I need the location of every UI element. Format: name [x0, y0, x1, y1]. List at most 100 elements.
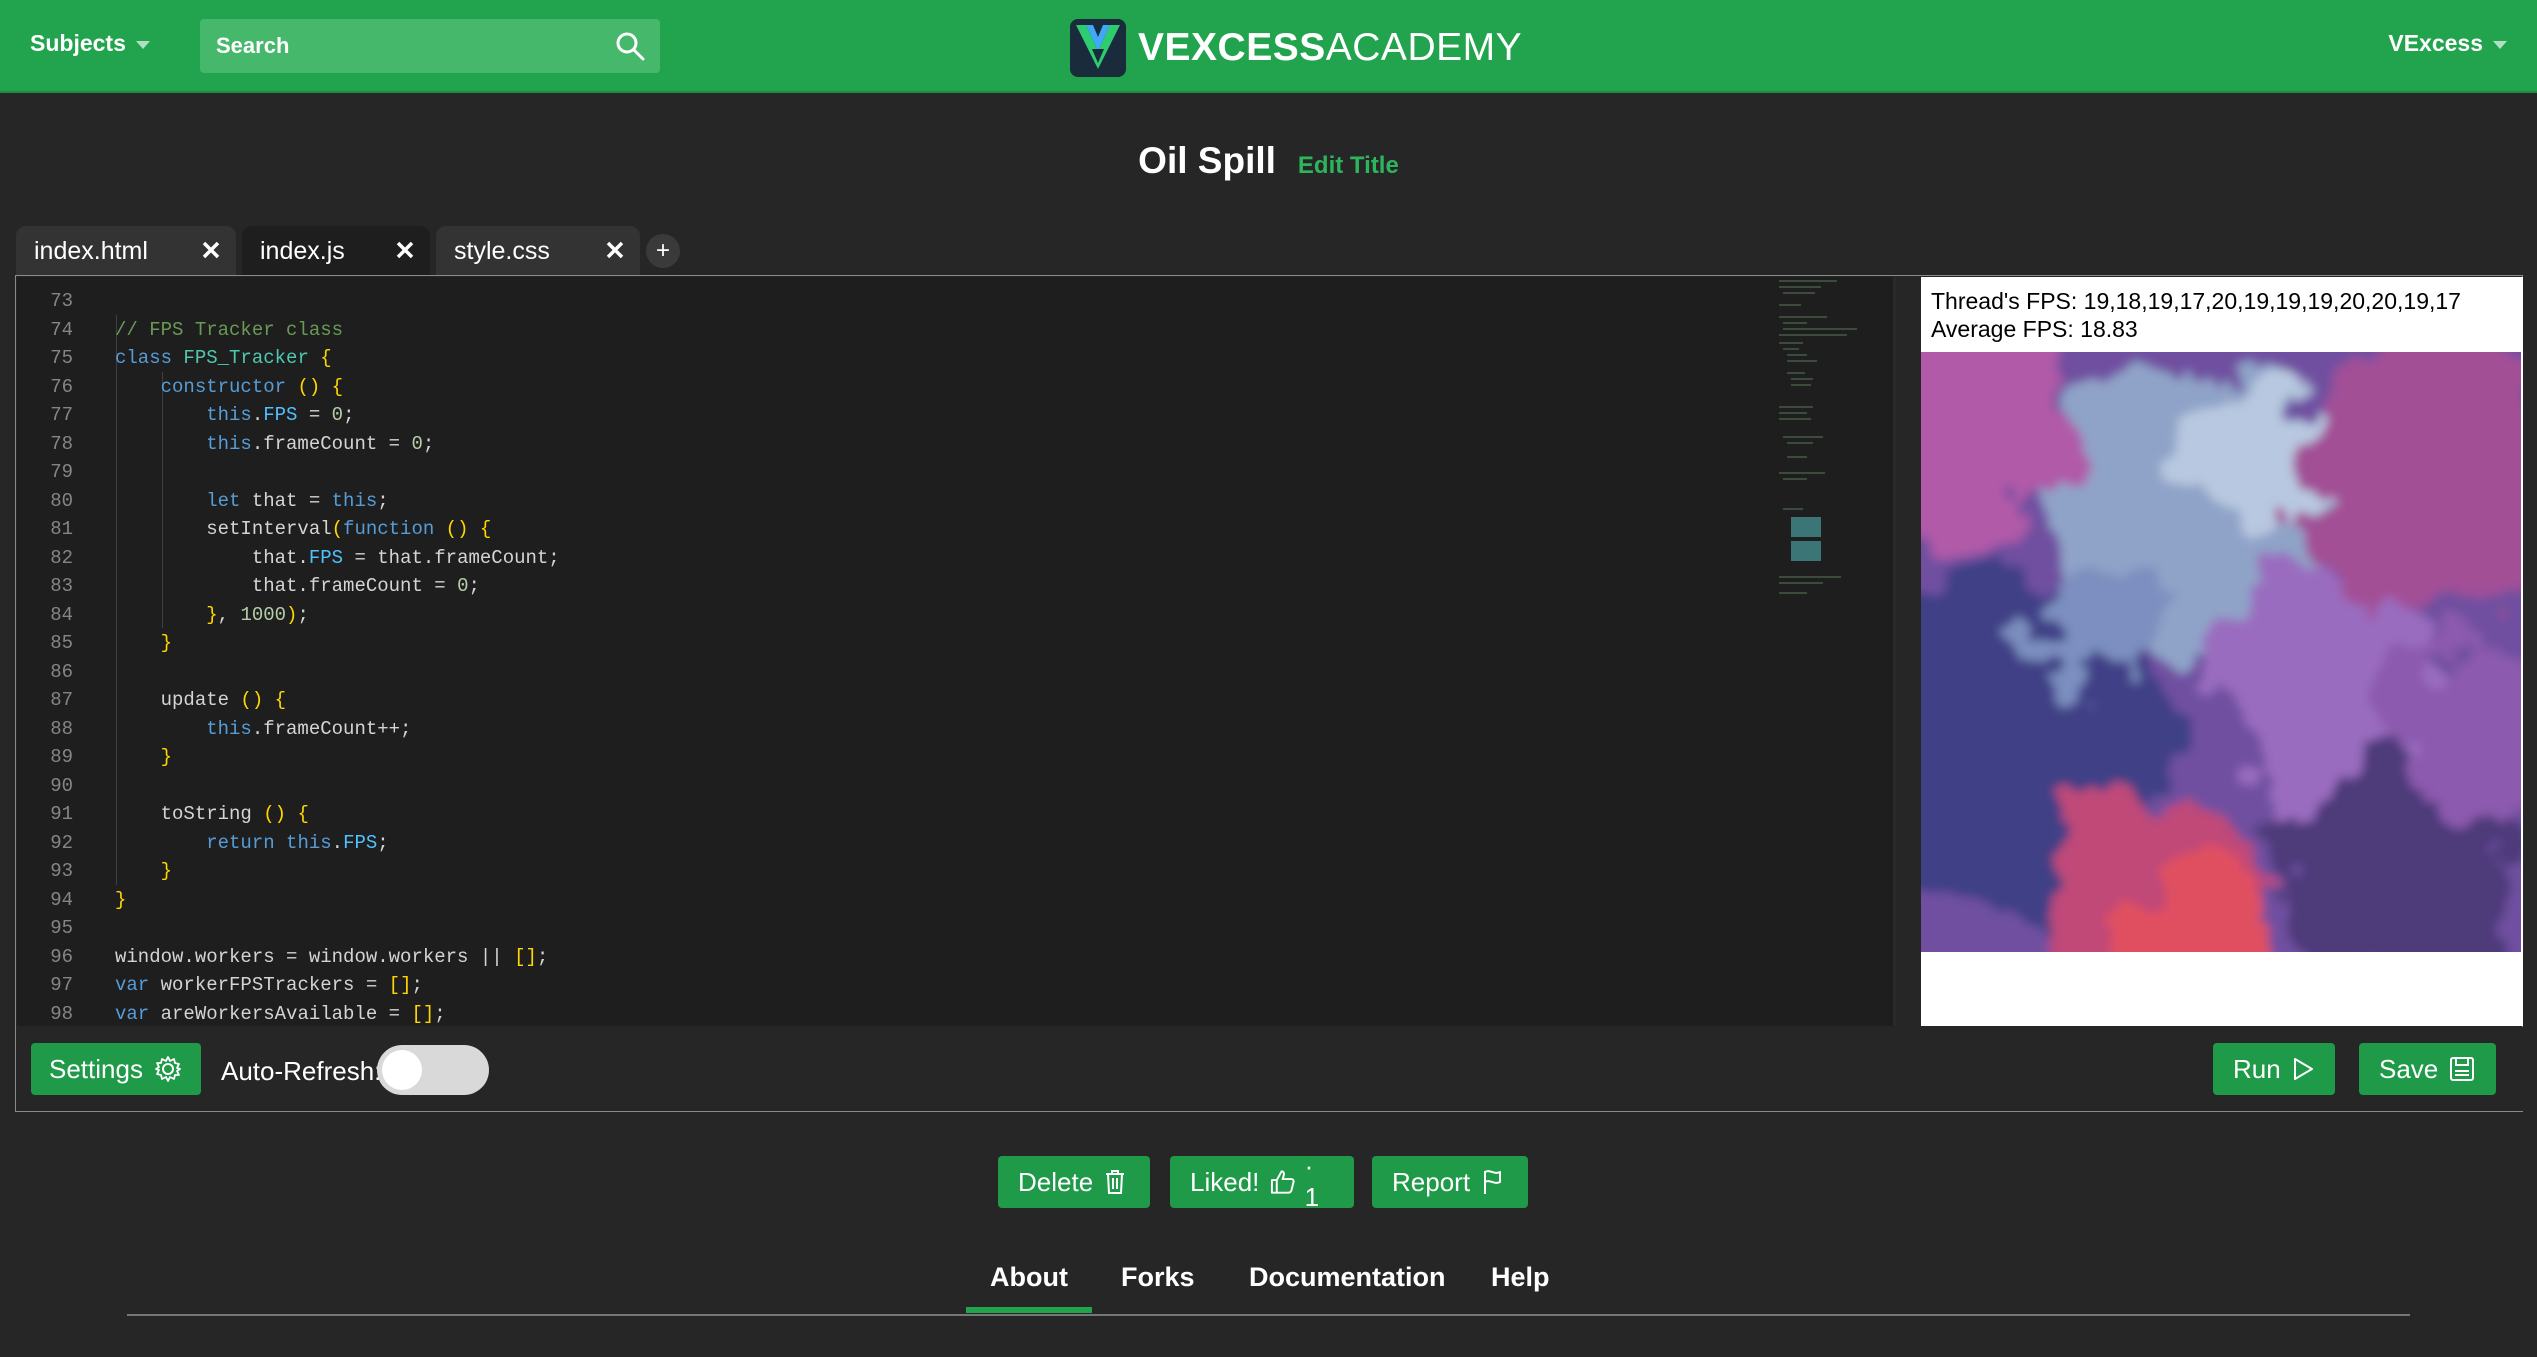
vexcess-academy-logo[interactable]: VEXCESSACADEMY [1070, 19, 1522, 77]
code-line: 96 window.workers = window.workers || []; [17, 943, 560, 972]
tab-index-html[interactable]: index.html [16, 226, 236, 276]
code-line: 75 class FPS_Tracker { [17, 344, 560, 373]
edit-title-link[interactable]: Edit Title [1298, 152, 1399, 179]
line-number: 89 [50, 746, 73, 768]
line-number: 97 [50, 974, 73, 996]
add-tab-button[interactable]: + [646, 234, 680, 268]
tab-help[interactable]: Help [1491, 1262, 1550, 1293]
search-box [200, 19, 660, 73]
line-text: } [115, 888, 127, 911]
line-number: 98 [50, 1002, 73, 1025]
close-icon[interactable] [394, 239, 416, 261]
logo-text: VEXCESSACADEMY [1138, 26, 1523, 69]
code-line: 94} [17, 886, 560, 915]
line-text: var areWorkersAvailable = []; [115, 1002, 446, 1025]
line-number: 90 [50, 774, 73, 797]
line-number: 83 [50, 575, 73, 597]
code-line: 88 this.frameCount++; [17, 715, 560, 744]
line-number: 75 [50, 347, 73, 369]
line-text: // FPS Tracker class [115, 318, 344, 341]
oil-spill-canvas[interactable] [1921, 352, 2521, 952]
line-number: 86 [50, 660, 73, 683]
average-fps-text: Average FPS: 18.83 [1931, 316, 2138, 342]
line-number: 96 [50, 945, 73, 968]
run-button[interactable]: Run [2213, 1043, 2335, 1095]
code-line: 86 [17, 658, 560, 687]
code-minimap[interactable] [1777, 277, 1887, 597]
tab-label: index.js [260, 236, 345, 265]
line-text: } [160, 860, 173, 882]
info-tabs: About Forks Documentation Help [127, 1262, 2410, 1316]
tab-documentation[interactable]: Documentation [1249, 1262, 1446, 1293]
floppy-disk-icon [2450, 1057, 2475, 1081]
editor-scrollbar[interactable] [1893, 277, 1896, 1026]
line-number: 85 [50, 632, 73, 654]
tab-label: style.css [454, 236, 550, 265]
thumbs-up-icon [1271, 1170, 1295, 1194]
code-line: 87 update () { [17, 686, 560, 715]
search-icon[interactable] [614, 30, 646, 62]
code-line: 74 // FPS Tracker class [17, 316, 560, 345]
line-number: 74 [50, 318, 73, 341]
editor-toolbar: Settings Auto-Refresh: Run Save [17, 1027, 2523, 1111]
settings-button[interactable]: Settings [31, 1043, 201, 1095]
tab-style-css[interactable]: style.css [436, 226, 640, 276]
line-text: return this.FPS; [206, 831, 389, 854]
project-title-row: Oil Spill Edit Title [0, 140, 2537, 182]
line-number: 88 [50, 717, 73, 740]
code-line: 77 this.FPS = 0; [17, 401, 560, 430]
thread-fps-text: Thread's FPS: 19,18,19,17,20,19,19,19,20… [1931, 288, 2461, 314]
like-count: · 1 [1304, 1151, 1320, 1212]
tab-forks[interactable]: Forks [1121, 1262, 1195, 1293]
code-line: 91 toString () { [17, 800, 560, 829]
delete-button[interactable]: Delete [998, 1156, 1150, 1208]
tab-about[interactable]: About [966, 1262, 1092, 1313]
save-button[interactable]: Save [2359, 1043, 2497, 1095]
line-text: window.workers = window.workers || []; [115, 945, 549, 968]
subjects-dropdown[interactable]: Subjects [30, 30, 150, 57]
line-text: update () { [115, 689, 287, 711]
line-text: constructor () { [160, 375, 344, 398]
code-line: 79 [17, 458, 560, 487]
line-number: 94 [50, 888, 73, 911]
like-button[interactable]: Liked! · 1 [1170, 1151, 1354, 1212]
line-number: 84 [50, 603, 73, 626]
search-input[interactable] [200, 19, 600, 73]
report-button[interactable]: Report [1372, 1156, 1528, 1208]
chevron-down-icon [2493, 40, 2507, 49]
code-line: 83 that.frameCount = 0; [17, 572, 560, 601]
line-number: 95 [50, 917, 73, 939]
code-line: 92 return this.FPS; [17, 829, 560, 858]
line-text: toString () { [115, 803, 309, 825]
close-icon[interactable] [200, 239, 222, 261]
line-text: } [160, 632, 173, 654]
tab-index-js[interactable]: index.js [242, 226, 430, 276]
auto-refresh-toggle[interactable] [377, 1045, 489, 1095]
editor-panel: 73 74 // FPS Tracker class 75 class FPS_Trac… [15, 275, 2523, 1112]
run-label: Run [2233, 1053, 2281, 1084]
code-line: 85 } [17, 629, 560, 658]
code-line: 84 }, 1000); [17, 601, 560, 630]
top-navigation-bar: Subjects VEXCESSACADEMY VExcess [0, 0, 2537, 93]
fps-stats: Thread's FPS: 19,18,19,17,20,19,19,19,20… [1931, 287, 2461, 343]
user-menu[interactable]: VExcess [2388, 30, 2507, 57]
code-editor[interactable]: 73 74 // FPS Tracker class 75 class FPS_Trac… [17, 277, 1896, 1026]
code-line: 73 [17, 287, 560, 316]
code-line: 93 } [17, 857, 560, 886]
tab-label: index.html [34, 236, 148, 265]
line-number: 82 [50, 546, 73, 569]
auto-refresh-label: Auto-Refresh: [221, 1056, 382, 1086]
output-preview[interactable]: Thread's FPS: 19,18,19,17,20,19,19,19,20… [1921, 277, 2523, 1026]
username-label: VExcess [2388, 30, 2483, 56]
code-line: 98 var areWorkersAvailable = []; [17, 1000, 560, 1027]
line-text: that.FPS = that.frameCount; [115, 546, 560, 569]
line-text: that.frameCount = 0; [115, 575, 480, 597]
close-icon[interactable] [604, 239, 626, 261]
trash-icon [1106, 1170, 1125, 1194]
line-text: setInterval(function () { [115, 518, 492, 540]
settings-label: Settings [49, 1053, 143, 1084]
line-text: this.FPS = 0; [206, 404, 355, 426]
line-number: 76 [50, 375, 73, 398]
code-line: 97 var workerFPSTrackers = []; [17, 971, 560, 1000]
line-text: var workerFPSTrackers = []; [115, 974, 423, 996]
